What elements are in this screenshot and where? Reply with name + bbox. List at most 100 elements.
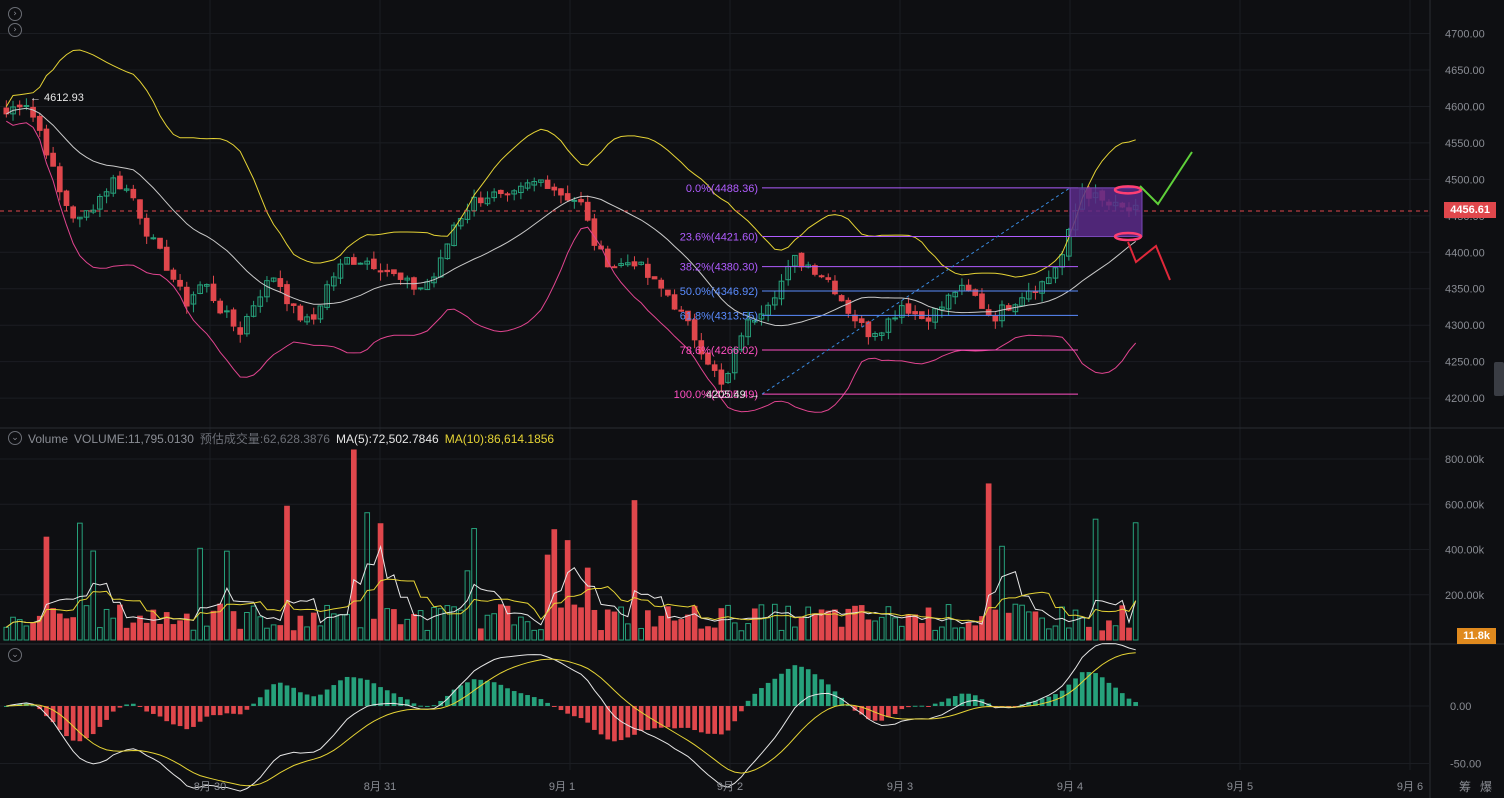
chips-label[interactable]: 筹 xyxy=(1459,778,1471,795)
macd-histogram-bar xyxy=(765,682,771,706)
volume-bar xyxy=(330,613,337,641)
volume-bar xyxy=(858,605,865,641)
macd-histogram-bar xyxy=(1113,687,1118,706)
candle-body xyxy=(117,175,123,190)
volume-bar xyxy=(985,483,992,641)
volume-bar xyxy=(771,603,778,641)
macd-histogram-bar xyxy=(832,691,838,706)
macd-histogram-bar xyxy=(912,705,918,707)
macd-histogram-bar xyxy=(692,706,697,731)
volume-bar xyxy=(230,611,237,641)
volume-bar xyxy=(638,627,645,641)
volume-bar xyxy=(237,628,244,641)
volume-bar xyxy=(411,613,417,641)
candle-body xyxy=(357,262,364,265)
fib-level-label: 0.0%(4488.36) xyxy=(686,183,758,195)
candle-body xyxy=(497,189,504,195)
volume-bar xyxy=(571,604,578,641)
macd-histogram-bar xyxy=(224,706,230,714)
volume-bar xyxy=(645,610,651,641)
macd-histogram-bar xyxy=(204,706,210,717)
macd-histogram-bar xyxy=(304,694,310,706)
volume-ma5-line xyxy=(6,544,1137,628)
projection-down-line xyxy=(1127,241,1171,281)
macd-histogram-bar xyxy=(130,703,136,706)
scroll-handle[interactable] xyxy=(1494,362,1504,396)
volume-bar xyxy=(384,608,391,641)
expand-icon[interactable]: › xyxy=(8,23,22,37)
macd-histogram-bar xyxy=(946,698,951,706)
volume-bar xyxy=(277,625,284,641)
macd-histogram-bar xyxy=(652,706,657,729)
volume-bar xyxy=(3,626,10,641)
collapse-icon[interactable]: › xyxy=(8,7,22,21)
volume-bar xyxy=(197,547,203,641)
macd-histogram-bar xyxy=(184,706,190,730)
candle-body xyxy=(297,305,304,321)
volume-bar xyxy=(143,622,150,641)
macd-histogram-bar xyxy=(906,706,911,708)
macd-histogram-bar xyxy=(318,694,323,706)
volume-bar xyxy=(177,620,183,641)
volume-bar xyxy=(50,608,56,641)
volume-bar xyxy=(698,628,705,641)
candlestick-chart: 4700.004650.004600.004550.004500.004450.… xyxy=(0,0,1504,798)
macd-histogram-bar xyxy=(966,693,971,706)
macd-histogram-bar xyxy=(411,703,417,706)
macd-histogram-bar xyxy=(585,706,591,723)
candle-body xyxy=(892,317,898,320)
macd-histogram-bar xyxy=(164,706,170,722)
macd-histogram-bar xyxy=(545,702,550,706)
volume-bar xyxy=(90,550,97,641)
volume-ma10-line xyxy=(6,578,1137,628)
volume-collapse-icon[interactable]: ⌄ xyxy=(8,431,22,445)
volume-bar xyxy=(424,629,431,641)
candle-body xyxy=(43,128,50,156)
macd-histogram-bar xyxy=(1119,693,1125,706)
volume-bar xyxy=(30,622,36,641)
volume-bar xyxy=(103,608,110,641)
price-tick-label: 4650.00 xyxy=(1445,65,1485,77)
current-price-badge: 4456.61 xyxy=(1444,202,1496,218)
macd-histogram-bar xyxy=(458,685,464,706)
boll-upper-line xyxy=(5,49,1136,278)
volume-bar xyxy=(16,619,23,641)
macd-collapse-icon[interactable]: ⌄ xyxy=(8,648,22,662)
volume-bar xyxy=(97,627,103,641)
volume-bar xyxy=(357,627,364,641)
volume-bar xyxy=(1059,606,1065,641)
x-tick-label: 8月 30 xyxy=(194,781,226,793)
volume-bar xyxy=(912,614,918,641)
volume-bar xyxy=(397,624,404,641)
volume-bar xyxy=(491,613,497,641)
volume-bar xyxy=(371,618,377,641)
volume-bar xyxy=(337,614,344,641)
macd-tick-label: -50.00 xyxy=(1450,759,1481,771)
candle-body xyxy=(965,284,972,292)
macd-tick-label: 0.00 xyxy=(1450,701,1471,713)
candle-body xyxy=(718,369,725,385)
volume-bar xyxy=(504,605,511,641)
volume-bar xyxy=(477,628,484,641)
volume-bar xyxy=(1132,522,1139,641)
macd-histogram-bar xyxy=(371,683,377,706)
candle-body xyxy=(665,289,671,296)
volume-bar xyxy=(210,610,217,641)
candle-body xyxy=(237,327,244,335)
volume-bar xyxy=(70,617,77,641)
burst-label[interactable]: 爆 xyxy=(1480,778,1492,795)
macd-histogram-bar xyxy=(1039,698,1045,706)
macd-histogram-bar xyxy=(151,706,156,714)
macd-histogram-bar xyxy=(257,697,263,706)
volume-bar xyxy=(304,626,310,641)
macd-histogram-bar xyxy=(344,676,350,706)
volume-bar xyxy=(805,606,812,641)
volume-bar xyxy=(878,616,885,641)
volume-bar xyxy=(965,621,972,641)
volume-bar xyxy=(952,627,959,641)
volume-bar xyxy=(611,611,618,641)
macd-histogram-bar xyxy=(124,704,129,706)
macd-histogram-bar xyxy=(485,681,490,706)
volume-bar xyxy=(250,605,257,641)
volume-bar xyxy=(284,505,290,641)
